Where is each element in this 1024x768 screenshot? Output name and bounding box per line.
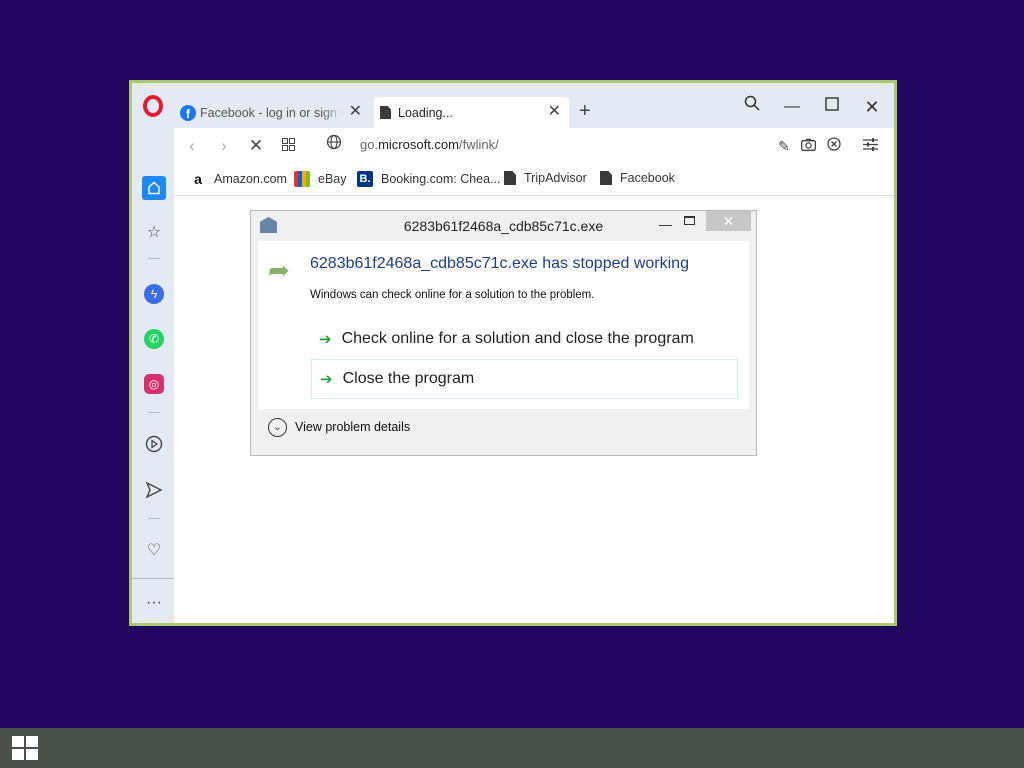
error-dialog: 6283b61f2468a_cdb85c71c.exe — ✕ ➦ 6283b6…: [250, 210, 757, 456]
adblock-icon[interactable]: [822, 134, 846, 158]
amazon-icon: a: [194, 171, 202, 187]
close-program-button[interactable]: ➔ Close the program: [311, 359, 738, 399]
dialog-heading: 6283b61f2468a_cdb85c71c.exe has stopped …: [310, 255, 689, 272]
dialog-description: Windows can check online for a solution …: [310, 289, 595, 301]
check-online-button[interactable]: ➔ Check online for a solution and close …: [311, 319, 738, 359]
bookmark-amazon[interactable]: a Amazon.com: [190, 171, 287, 187]
expand-details-icon[interactable]: ⌄: [268, 418, 287, 437]
tab-facebook[interactable]: f Facebook - log in or sign up ✕: [175, 97, 370, 128]
dialog-minimize-button[interactable]: —: [659, 217, 672, 232]
tab-title: Loading...: [398, 105, 453, 120]
camera-icon[interactable]: [796, 134, 820, 158]
booking-icon: B.: [357, 171, 373, 187]
home-icon[interactable]: [142, 176, 166, 200]
address-domain: microsoft.com: [378, 137, 459, 152]
bookmark-label: TripAdvisor: [524, 171, 587, 185]
bookmark-booking[interactable]: B. Booking.com: Chea...: [357, 171, 501, 187]
dialog-footer: ⌄ View problem details: [258, 409, 749, 447]
close-tab-icon[interactable]: ✕: [349, 104, 362, 120]
windows-start-icon[interactable]: [12, 736, 38, 760]
dialog-body: ➦ 6283b61f2468a_cdb85c71c.exe has stoppe…: [258, 241, 749, 409]
option-label: Close the program: [342, 370, 475, 387]
minimize-button[interactable]: —: [780, 95, 804, 119]
bookmark-label: Amazon.com: [214, 172, 287, 186]
close-tab-icon[interactable]: ✕: [548, 104, 561, 120]
page-icon: [504, 171, 516, 185]
address-prefix: go.: [360, 137, 379, 152]
globe-icon[interactable]: [326, 134, 342, 154]
browser-toolbar: ‹ › ✕ go.microsoft.com/fwlink/ ✎: [174, 128, 894, 164]
dialog-close-button[interactable]: ✕: [706, 211, 751, 231]
messenger-icon[interactable]: ϟ: [144, 284, 164, 304]
search-tabs-icon[interactable]: [740, 95, 764, 119]
whatsapp-icon[interactable]: ✆: [144, 329, 164, 349]
dialog-title: 6283b61f2468a_cdb85c71c.exe: [403, 218, 604, 234]
close-window-button[interactable]: ✕: [860, 95, 884, 119]
instagram-icon[interactable]: ◎: [144, 374, 164, 394]
back-icon[interactable]: ‹: [180, 134, 204, 158]
browser-sidebar: ☆ ϟ ✆ ◎ ♡ ···: [132, 128, 174, 623]
page-icon: [600, 171, 612, 185]
edit-icon[interactable]: ✎: [772, 134, 796, 158]
heart-icon[interactable]: ♡: [142, 538, 166, 562]
bookmark-facebook[interactable]: Facebook: [600, 171, 675, 185]
tab-title: Facebook - log in or sign up: [200, 105, 343, 120]
sidebar-divider: [148, 258, 160, 259]
bookmark-label: eBay: [318, 172, 347, 186]
green-arrow-icon: ➔: [320, 371, 333, 388]
sidebar-divider: [148, 412, 160, 413]
more-icon[interactable]: ···: [142, 591, 166, 615]
tab-grid-icon[interactable]: [276, 134, 300, 158]
bookmark-ebay[interactable]: eBay: [294, 171, 347, 187]
easy-setup-icon[interactable]: [858, 134, 882, 158]
address-bar[interactable]: go.microsoft.com/fwlink/: [360, 137, 499, 152]
redirect-arrow-icon: ➦: [268, 255, 290, 285]
option-label: Check online for a solution and close th…: [341, 330, 694, 347]
bookmark-label: Booking.com: Chea...: [381, 172, 501, 186]
facebook-icon: f: [180, 104, 196, 121]
sidebar-divider: [148, 518, 160, 519]
browser-titlebar: f Facebook - log in or sign up ✕ Loading…: [132, 83, 894, 128]
stop-loading-icon[interactable]: ✕: [244, 134, 268, 158]
star-icon[interactable]: ☆: [142, 220, 166, 244]
address-path: /fwlink/: [458, 137, 499, 152]
forward-icon[interactable]: ›: [212, 134, 236, 158]
bookmark-label: Facebook: [620, 171, 675, 185]
taskbar: [0, 728, 1024, 768]
new-tab-button[interactable]: +: [579, 99, 591, 123]
dialog-titlebar[interactable]: 6283b61f2468a_cdb85c71c.exe — ✕: [251, 211, 756, 241]
player-icon[interactable]: [142, 432, 166, 456]
bookmarks-bar: a Amazon.com eBay B. Booking.com: Chea..…: [174, 164, 894, 196]
dialog-maximize-button[interactable]: [684, 216, 695, 225]
opera-menu-icon[interactable]: [143, 95, 163, 117]
green-arrow-icon: ➔: [319, 331, 332, 348]
bookmark-tripadvisor[interactable]: TripAdvisor: [504, 171, 587, 185]
view-problem-details-link[interactable]: View problem details: [295, 420, 410, 434]
maximize-button[interactable]: [820, 95, 844, 119]
send-icon[interactable]: [142, 478, 166, 502]
sidebar-divider: [132, 578, 174, 579]
ebay-icon: [294, 171, 310, 187]
tab-loading[interactable]: Loading... ✕: [374, 97, 569, 128]
page-icon: [380, 106, 391, 119]
